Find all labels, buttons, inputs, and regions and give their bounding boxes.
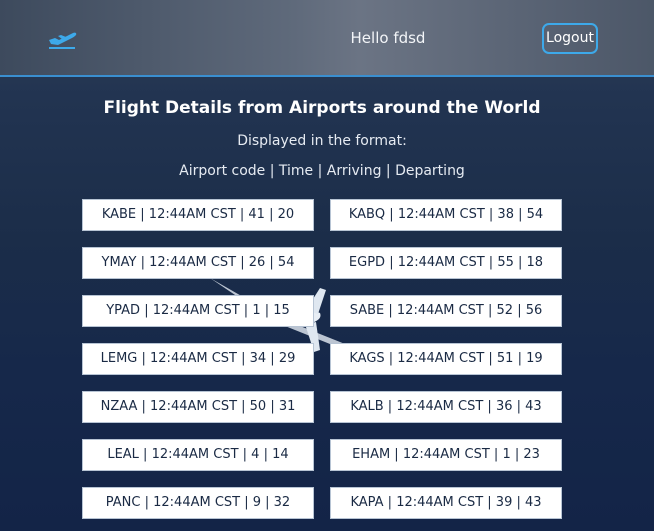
- format-subtitle: Displayed in the format:: [237, 133, 407, 149]
- flight-card[interactable]: LEMG | 12:44AM CST | 34 | 29: [82, 343, 314, 375]
- flight-card[interactable]: PANC | 12:44AM CST | 9 | 32: [82, 487, 314, 519]
- flight-card[interactable]: NZAA | 12:44AM CST | 50 | 31: [82, 391, 314, 423]
- flight-card[interactable]: EGPD | 12:44AM CST | 55 | 18: [330, 247, 562, 279]
- flight-card[interactable]: KABQ | 12:44AM CST | 38 | 54: [330, 199, 562, 231]
- page-title: Flight Details from Airports around the …: [103, 98, 541, 118]
- user-greeting: Hello fdsd: [350, 29, 426, 47]
- flight-card[interactable]: KAPA | 12:44AM CST | 39 | 43: [330, 487, 562, 519]
- flight-card[interactable]: KABE | 12:44AM CST | 41 | 20: [82, 199, 314, 231]
- top-header: Hello fdsd Logout: [0, 0, 654, 77]
- airplane-departure-icon[interactable]: [46, 26, 78, 50]
- flight-card[interactable]: LEAL | 12:44AM CST | 4 | 14: [82, 439, 314, 471]
- flight-card[interactable]: EHAM | 12:44AM CST | 1 | 23: [330, 439, 562, 471]
- logout-button[interactable]: Logout: [542, 23, 598, 54]
- flight-card[interactable]: YPAD | 12:44AM CST | 1 | 15: [82, 295, 314, 327]
- flight-card[interactable]: SABE | 12:44AM CST | 52 | 56: [330, 295, 562, 327]
- flight-card[interactable]: KAGS | 12:44AM CST | 51 | 19: [330, 343, 562, 375]
- flight-card[interactable]: KALB | 12:44AM CST | 36 | 43: [330, 391, 562, 423]
- format-description: Airport code | Time | Arriving | Departi…: [179, 163, 465, 179]
- flight-card[interactable]: YMAY | 12:44AM CST | 26 | 54: [82, 247, 314, 279]
